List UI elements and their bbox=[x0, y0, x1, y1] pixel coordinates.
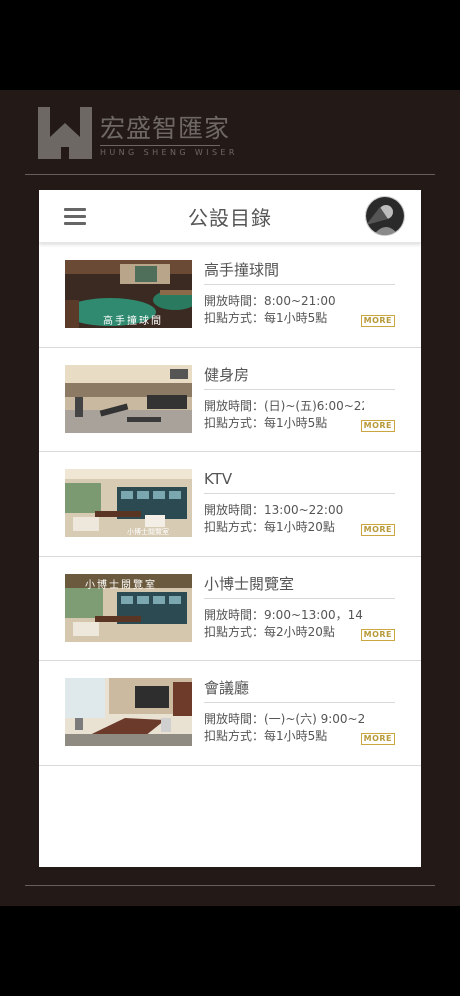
facility-info: 高手撞球間 開放時間：8:00~21:00 扣點方式：每1小時5點 MORE bbox=[204, 259, 395, 327]
facility-name: 小博士閱覽室 bbox=[204, 573, 395, 599]
brand-logo: 宏盛智匯家 HUNG SHENG WISER bbox=[38, 107, 234, 159]
opening-hours: 開放時間：8:00~21:00 bbox=[204, 294, 336, 308]
photo-caption: 小博士閱覽室 bbox=[85, 579, 157, 591]
app-header: 公設目錄 bbox=[39, 190, 421, 243]
photo-caption: 高手撞球間 bbox=[103, 316, 163, 327]
facility-info: 小博士閱覽室 開放時間：9:00~13:00，14:( 扣點方式：每2小時20點… bbox=[204, 573, 395, 641]
brand-divider bbox=[100, 145, 220, 146]
user-avatar-icon bbox=[366, 197, 404, 235]
brand-name-en: HUNG SHENG WISER bbox=[100, 148, 238, 157]
facility-name: 高手撞球間 bbox=[204, 259, 395, 285]
list-item[interactable]: 健身房 開放時間：(日)~(五)6:00~22 扣點方式：每1小時5點 MORE bbox=[39, 348, 421, 452]
page-title: 公設目錄 bbox=[188, 206, 272, 230]
point-deduction: 扣點方式：每2小時20點 bbox=[204, 624, 335, 639]
app-frame: 宏盛智匯家 HUNG SHENG WISER 公設目錄 高手撞球間 高手撞球間 … bbox=[0, 90, 460, 906]
gym-photo bbox=[65, 364, 192, 433]
list-item[interactable]: 小博士閱覽室 KTV 開放時間：13:00~22:00 扣點方式：每1小時20點… bbox=[39, 452, 421, 557]
facility-info: KTV 開放時間：13:00~22:00 扣點方式：每1小時20點 MORE bbox=[204, 468, 395, 536]
opening-hours: 開放時間：13:00~22:00 bbox=[204, 503, 344, 517]
point-deduction: 扣點方式：每1小時5點 bbox=[204, 415, 328, 430]
top-divider bbox=[25, 174, 435, 175]
brand-name-cn: 宏盛智匯家 bbox=[100, 114, 231, 143]
list-item[interactable]: 高手撞球間 高手撞球間 開放時間：8:00~21:00 扣點方式：每1小時5點 … bbox=[39, 243, 421, 348]
bottom-divider bbox=[25, 885, 435, 886]
opening-hours: 開放時間：(日)~(五)6:00~22 bbox=[204, 398, 364, 413]
facility-list: 高手撞球間 高手撞球間 開放時間：8:00~21:00 扣點方式：每1小時5點 … bbox=[39, 243, 421, 766]
facility-info: 會議廳 開放時間：(一)~(六) 9:00~2 扣點方式：每1小時5點 MORE bbox=[204, 677, 395, 745]
billiards-room-photo: 高手撞球間 bbox=[65, 260, 192, 328]
opening-hours: 開放時間：9:00~13:00，14:( bbox=[204, 607, 364, 622]
facility-name: 會議廳 bbox=[204, 677, 395, 703]
more-button[interactable]: MORE bbox=[360, 419, 395, 432]
more-button[interactable]: MORE bbox=[360, 733, 395, 745]
ktv-photo: 小博士閱覽室 bbox=[65, 469, 192, 537]
avatar[interactable] bbox=[365, 196, 405, 236]
point-deduction: 扣點方式：每1小時5點 bbox=[204, 311, 328, 325]
more-button[interactable]: MORE bbox=[360, 315, 395, 327]
more-button[interactable]: MORE bbox=[360, 628, 395, 641]
list-item[interactable]: 會議廳 開放時間：(一)~(六) 9:00~2 扣點方式：每1小時5點 MORE bbox=[39, 661, 421, 766]
facility-name: KTV bbox=[204, 468, 395, 494]
facility-name: 健身房 bbox=[204, 364, 395, 390]
house-h-logo-icon bbox=[38, 107, 92, 159]
more-button[interactable]: MORE bbox=[360, 524, 395, 536]
reading-room-photo: 小博士閱覽室 bbox=[65, 573, 192, 642]
point-deduction: 扣點方式：每1小時5點 bbox=[204, 729, 328, 743]
facility-info: 健身房 開放時間：(日)~(五)6:00~22 扣點方式：每1小時5點 MORE bbox=[204, 364, 395, 432]
point-deduction: 扣點方式：每1小時20點 bbox=[204, 520, 335, 534]
meeting-hall-photo bbox=[65, 678, 192, 746]
facility-catalog-panel: 公設目錄 高手撞球間 高手撞球間 開放時間：8:00~21:00 扣點方式：每1… bbox=[39, 190, 421, 867]
opening-hours: 開放時間：(一)~(六) 9:00~2 bbox=[204, 712, 364, 726]
list-item[interactable]: 小博士閱覽室 小博士閱覽室 開放時間：9:00~13:00，14:( 扣點方式：… bbox=[39, 557, 421, 661]
photo-caption: 小博士閱覽室 bbox=[127, 528, 169, 536]
